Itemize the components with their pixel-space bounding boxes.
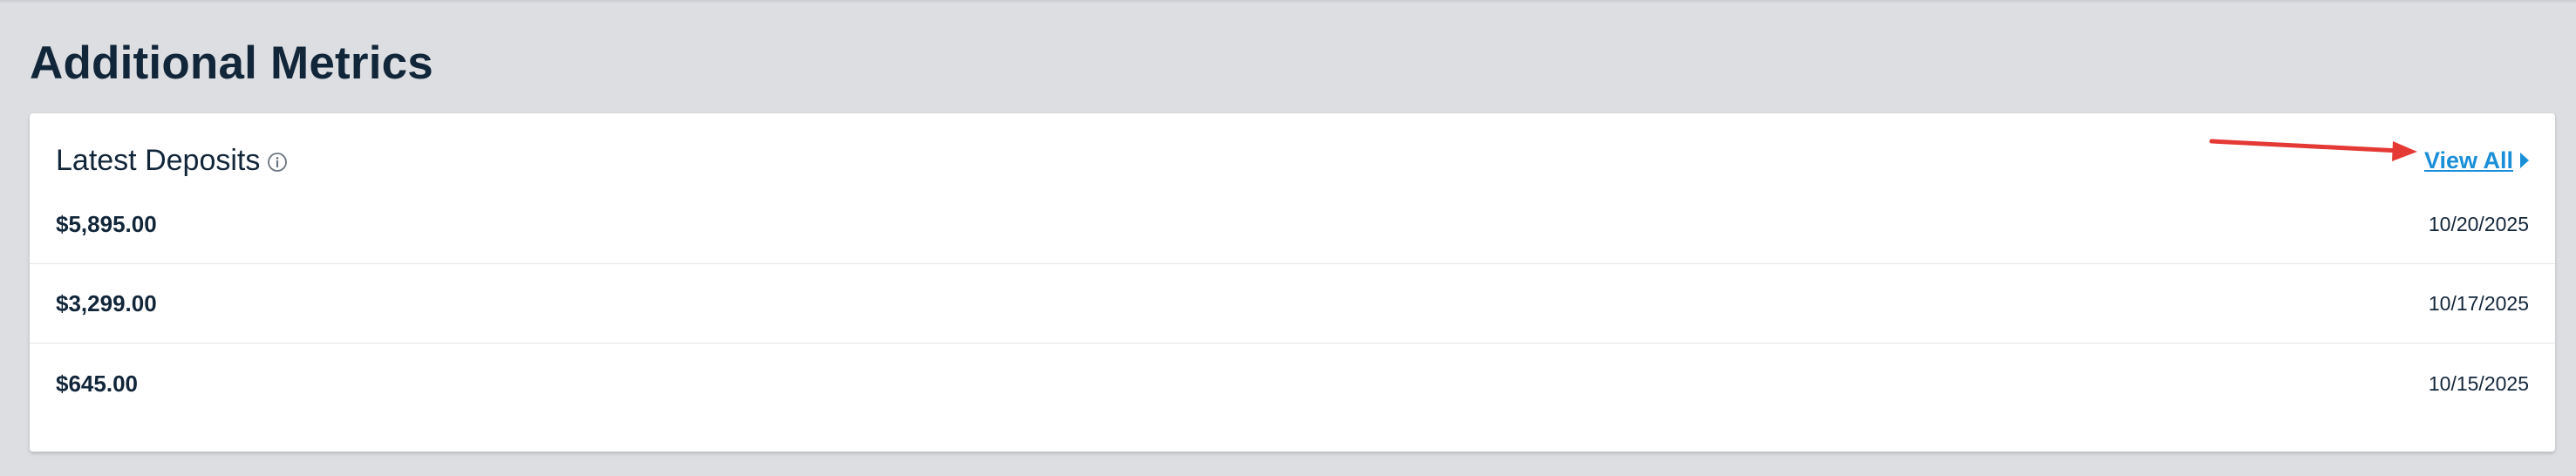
- deposit-amount: $645.00: [56, 370, 138, 397]
- info-circle-icon[interactable]: [267, 152, 288, 173]
- deposit-row: $5,895.00 10/20/2025: [30, 186, 2555, 264]
- caret-right-icon[interactable]: [2520, 153, 2529, 168]
- view-all-link[interactable]: View All: [2424, 134, 2529, 187]
- view-all-label[interactable]: View All: [2424, 147, 2513, 174]
- deposit-date: 10/17/2025: [2428, 292, 2529, 315]
- deposit-amount: $5,895.00: [56, 211, 157, 237]
- deposit-date: 10/20/2025: [2428, 213, 2529, 235]
- top-shadow: [0, 0, 2576, 3]
- section-title: Additional Metrics: [30, 37, 433, 89]
- card-title: Latest Deposits: [56, 144, 261, 177]
- deposit-row: $3,299.00 10/17/2025: [30, 265, 2555, 343]
- latest-deposits-card: Latest Deposits View All $5,895.00 10/20…: [30, 113, 2555, 452]
- card-header: Latest Deposits: [56, 134, 288, 187]
- deposit-row: $645.00 10/15/2025: [30, 344, 2555, 423]
- deposit-date: 10/15/2025: [2428, 371, 2529, 395]
- annotation-arrow-icon: [2209, 139, 2417, 161]
- deposit-amount: $3,299.00: [56, 290, 157, 316]
